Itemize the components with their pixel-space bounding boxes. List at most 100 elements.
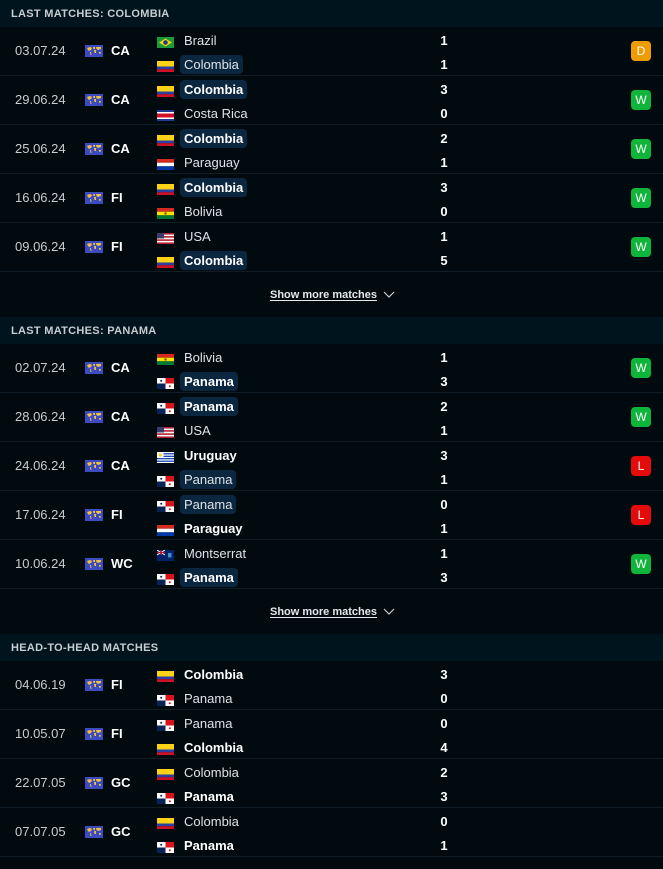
home-score: 2 bbox=[440, 131, 448, 146]
competition-code: GC bbox=[111, 775, 131, 790]
colombia-flag-icon bbox=[157, 84, 174, 97]
competition-world-icon bbox=[85, 362, 103, 374]
show-more-label[interactable]: Show more matches bbox=[270, 606, 377, 618]
bolivia-flag-icon bbox=[157, 352, 174, 365]
away-team: Panama bbox=[157, 567, 238, 587]
match-row[interactable]: 17.06.24 FI Panama 0 Paraguay 1 L bbox=[0, 491, 663, 540]
match-row[interactable]: 25.06.24 CA Colombia 2 Paraguay 1 W bbox=[0, 125, 663, 174]
competition-world-icon bbox=[85, 143, 103, 155]
home-team-name: Colombia bbox=[180, 128, 248, 148]
home-team: Brazil bbox=[157, 30, 221, 50]
match-row[interactable]: 02.07.24 CA Bolivia 1 Panama 3 W bbox=[0, 344, 663, 393]
result-badge: W bbox=[631, 139, 651, 159]
away-team-name: Colombia bbox=[184, 739, 244, 755]
match-row[interactable]: 07.07.05 GC Colombia 0 Panama 1 bbox=[0, 808, 663, 857]
match-date: 09.06.24 bbox=[15, 239, 66, 254]
match-date: 10.05.07 bbox=[15, 726, 66, 741]
match-row[interactable]: 28.06.24 CA Panama 2 USA 1 W bbox=[0, 393, 663, 442]
home-team: Colombia bbox=[157, 79, 248, 99]
away-team-name: Panama bbox=[184, 788, 234, 804]
away-score: 5 bbox=[440, 253, 448, 268]
show-more-matches-button[interactable]: Show more matches bbox=[0, 272, 663, 317]
away-score: 1 bbox=[440, 155, 448, 170]
home-score: 1 bbox=[440, 350, 448, 365]
away-team: Colombia bbox=[157, 737, 247, 757]
home-score: 2 bbox=[440, 399, 448, 414]
match-row[interactable]: 09.06.24 FI USA 1 Colombia 5 W bbox=[0, 223, 663, 272]
show-more-matches-button[interactable]: Show more matches bbox=[0, 589, 663, 634]
away-team: Paraguay bbox=[157, 518, 247, 538]
panama-flag-icon bbox=[157, 376, 174, 389]
away-team-name: Panama bbox=[180, 567, 238, 587]
home-score: 0 bbox=[440, 716, 448, 731]
show-more-label[interactable]: Show more matches bbox=[270, 289, 377, 301]
match-row[interactable]: 29.06.24 CA Colombia 3 Costa Rica 0 W bbox=[0, 76, 663, 125]
away-team-name: Panama bbox=[180, 469, 237, 489]
usa-flag-icon bbox=[157, 425, 174, 438]
match-row[interactable]: 22.07.05 GC Colombia 2 Panama 3 bbox=[0, 759, 663, 808]
home-team: Panama bbox=[157, 396, 238, 416]
competition-code: FI bbox=[111, 677, 123, 692]
home-team: Panama bbox=[157, 713, 236, 733]
home-team-name: Uruguay bbox=[184, 447, 237, 463]
home-score: 3 bbox=[440, 180, 448, 195]
match-row[interactable]: 04.06.19 FI Colombia 3 Panama 0 bbox=[0, 661, 663, 710]
home-score: 1 bbox=[440, 546, 448, 561]
match-row[interactable]: 24.06.24 CA Uruguay 3 Panama 1 L bbox=[0, 442, 663, 491]
away-team: Colombia bbox=[157, 54, 243, 74]
match-date: 24.06.24 bbox=[15, 458, 66, 473]
home-team-name: Colombia bbox=[184, 666, 244, 682]
match-row[interactable]: 10.05.07 FI Panama 0 Colombia 4 bbox=[0, 710, 663, 759]
chevron-down-icon bbox=[383, 290, 395, 300]
result-badge: L bbox=[631, 456, 651, 476]
competition-world-icon bbox=[85, 509, 103, 521]
home-team-name: Panama bbox=[180, 494, 237, 514]
away-score: 1 bbox=[440, 838, 448, 853]
competition-code: FI bbox=[111, 239, 123, 254]
usa-flag-icon bbox=[157, 231, 174, 244]
home-team-name: Montserrat bbox=[184, 545, 247, 561]
match-date: 29.06.24 bbox=[15, 92, 66, 107]
home-team: Colombia bbox=[157, 664, 247, 684]
home-team: Panama bbox=[157, 494, 237, 514]
home-team: Colombia bbox=[157, 128, 248, 148]
away-team-name: USA bbox=[184, 422, 211, 438]
competition-code: CA bbox=[111, 360, 130, 375]
section-2: HEAD-TO-HEAD MATCHES 04.06.19 FI Colombia 3 P… bbox=[0, 634, 663, 857]
match-row[interactable]: 10.06.24 WC Montserrat 1 Panama 3 W bbox=[0, 540, 663, 589]
result-badge: W bbox=[631, 237, 651, 257]
competition-code: CA bbox=[111, 409, 130, 424]
away-team: Costa Rica bbox=[157, 103, 252, 123]
competition-code: FI bbox=[111, 190, 123, 205]
home-team: Montserrat bbox=[156, 543, 250, 563]
competition-world-icon bbox=[85, 777, 103, 789]
competition-world-icon bbox=[85, 460, 103, 472]
uruguay-flag-icon bbox=[157, 450, 174, 463]
away-team: Bolivia bbox=[157, 201, 226, 221]
away-score: 1 bbox=[440, 472, 448, 487]
section-1: LAST MATCHES: PANAMA 02.07.24 CA Bolivia 1 Pa… bbox=[0, 317, 663, 634]
home-team: Bolivia bbox=[157, 347, 226, 367]
match-row[interactable]: 16.06.24 FI Colombia 3 Bolivia 0 W bbox=[0, 174, 663, 223]
competition-code: CA bbox=[111, 141, 130, 156]
colombia-flag-icon bbox=[157, 182, 174, 195]
home-team-name: Colombia bbox=[184, 813, 239, 829]
away-team: Panama bbox=[157, 688, 236, 708]
colombia-flag-icon bbox=[157, 816, 174, 829]
match-row[interactable]: 03.07.24 CA Brazil 1 Colombia 1 D bbox=[0, 27, 663, 76]
result-badge: L bbox=[631, 505, 651, 525]
match-date: 03.07.24 bbox=[15, 43, 66, 58]
colombia-flag-icon bbox=[157, 742, 174, 755]
away-team-name: Panama bbox=[184, 837, 234, 853]
away-score: 3 bbox=[440, 570, 448, 585]
paraguay-flag-icon bbox=[157, 157, 174, 170]
colombia-flag-icon bbox=[157, 133, 174, 146]
montserrat-flag-icon bbox=[156, 548, 174, 561]
result-badge: W bbox=[631, 358, 651, 378]
section-title: LAST MATCHES: COLOMBIA bbox=[0, 0, 663, 27]
match-date: 07.07.05 bbox=[15, 824, 66, 839]
panama-flag-icon bbox=[157, 791, 174, 804]
competition-code: FI bbox=[111, 507, 123, 522]
home-team: Colombia bbox=[157, 811, 243, 831]
panama-flag-icon bbox=[157, 474, 174, 487]
